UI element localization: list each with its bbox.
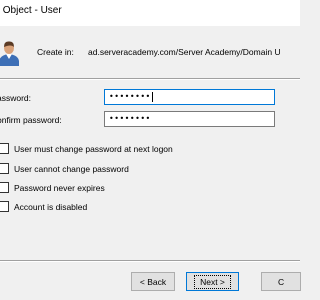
cannot-change-password-label: User cannot change password <box>14 163 129 174</box>
cancel-button[interactable]: C <box>261 272 301 291</box>
password-never-expires-option[interactable]: Password never expires <box>0 181 105 194</box>
cannot-change-password-option[interactable]: User cannot change password <box>0 162 129 175</box>
footer-separator <box>0 260 300 262</box>
cannot-change-password-checkbox[interactable] <box>0 163 9 174</box>
confirm-password-label: onfirm password: <box>0 115 62 125</box>
password-never-expires-checkbox[interactable] <box>0 182 9 193</box>
separator <box>0 78 300 80</box>
cancel-button-label: C <box>278 276 285 287</box>
title-bar: v Object - User <box>0 0 300 26</box>
password-never-expires-label: Password never expires <box>14 182 105 193</box>
create-in-label: Create in: <box>37 47 74 57</box>
must-change-password-label: User must change password at next logon <box>14 143 173 154</box>
confirm-password-field[interactable]: •••••••• <box>104 111 275 127</box>
text-caret <box>151 91 153 102</box>
create-in-path: ad.serveracademy.com/Server Academy/Doma… <box>88 47 281 57</box>
confirm-password-value: •••••••• <box>109 114 151 123</box>
user-icon <box>0 41 19 66</box>
back-button-label: < Back <box>139 276 167 287</box>
password-label: assword: <box>0 93 32 103</box>
account-disabled-checkbox[interactable] <box>0 201 9 212</box>
back-button[interactable]: < Back <box>131 272 175 291</box>
account-disabled-option[interactable]: Account is disabled <box>0 200 87 213</box>
next-button-label: Next > <box>194 274 231 289</box>
password-value: •••••••• <box>109 92 151 101</box>
must-change-password-option[interactable]: User must change password at next logon <box>0 142 173 155</box>
must-change-password-checkbox[interactable] <box>0 143 9 154</box>
next-button[interactable]: Next > <box>186 272 239 291</box>
account-disabled-label: Account is disabled <box>14 201 88 212</box>
password-field[interactable]: •••••••• <box>104 89 275 105</box>
window-title: v Object - User <box>0 5 62 16</box>
